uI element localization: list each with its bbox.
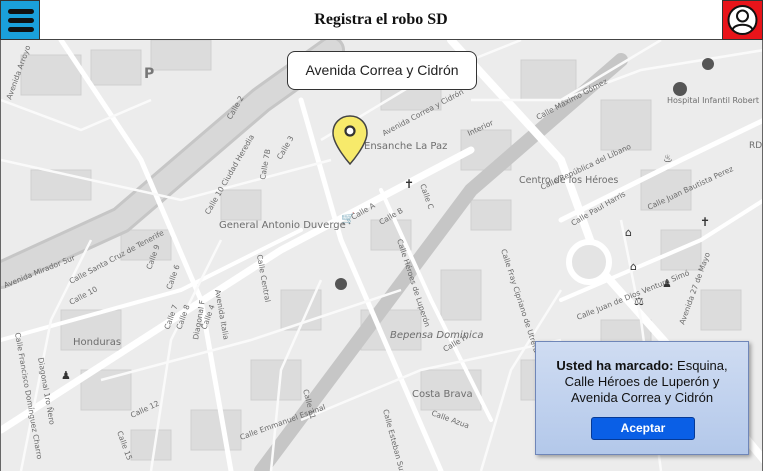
map-label-parking: P xyxy=(144,66,154,82)
user-profile-icon[interactable] xyxy=(722,0,763,40)
accept-button[interactable]: Aceptar xyxy=(591,417,695,440)
hamburger-menu-icon[interactable] xyxy=(0,0,40,40)
confirmation-dialog: Usted ha marcado: Esquina, Calle Héroes … xyxy=(535,341,749,455)
dialog-message-prefix: Usted ha marcado: xyxy=(556,358,674,373)
dialog-message: Usted ha marcado: Esquina, Calle Héroes … xyxy=(542,358,742,406)
svg-text:⌂: ⌂ xyxy=(625,226,632,239)
map-marker-icon[interactable] xyxy=(332,115,368,165)
svg-text:⌂: ⌂ xyxy=(630,260,637,273)
map-label-general: General Antonio Duverge xyxy=(219,220,346,231)
svg-text:♟: ♟ xyxy=(61,369,71,382)
svg-text:✝: ✝ xyxy=(404,177,414,191)
map-label-hospital: Hospital Infantil Robert Reid Cabral xyxy=(667,96,763,105)
svg-text:♨: ♨ xyxy=(663,152,673,165)
top-bar: Registra el robo SD xyxy=(0,0,763,40)
page-title: Registra el robo SD xyxy=(314,11,448,28)
map-label-honduras: Honduras xyxy=(73,337,121,348)
map-label-rd: RD xyxy=(749,141,762,151)
map-label-costa: Costa Brava xyxy=(412,389,473,400)
selected-address-box: Avenida Correa y Cidrón xyxy=(287,51,477,90)
map-label-bepensa: Bepensa Dominica xyxy=(390,330,483,341)
svg-text:✝: ✝ xyxy=(700,215,710,229)
map-label-ensanche: Ensanche La Paz xyxy=(364,141,447,152)
